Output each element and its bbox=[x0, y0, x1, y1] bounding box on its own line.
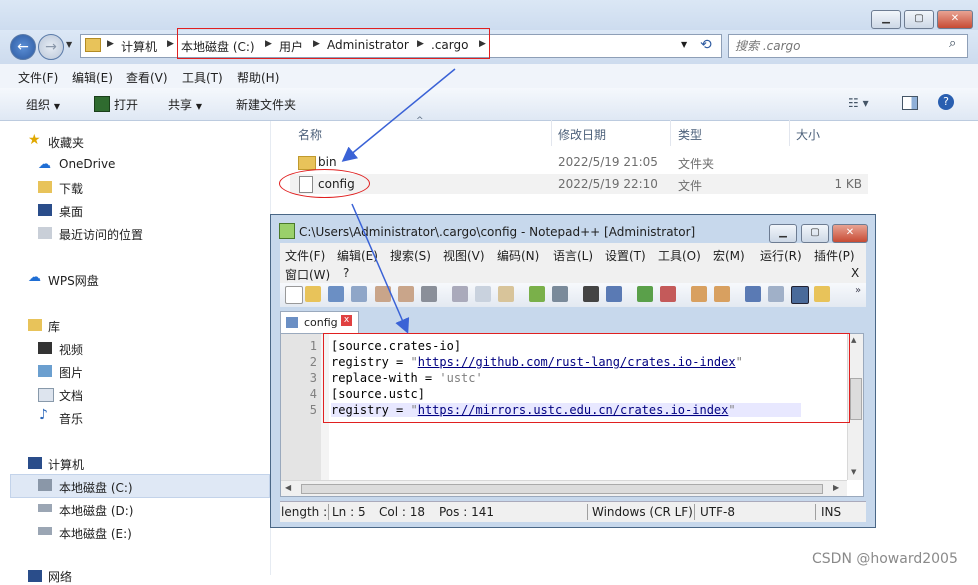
arrow-to-code bbox=[351, 203, 410, 334]
watermark: CSDN @howard2005 bbox=[812, 551, 958, 567]
annotation-arrows bbox=[341, 68, 456, 334]
arrow-to-config bbox=[341, 68, 456, 162]
